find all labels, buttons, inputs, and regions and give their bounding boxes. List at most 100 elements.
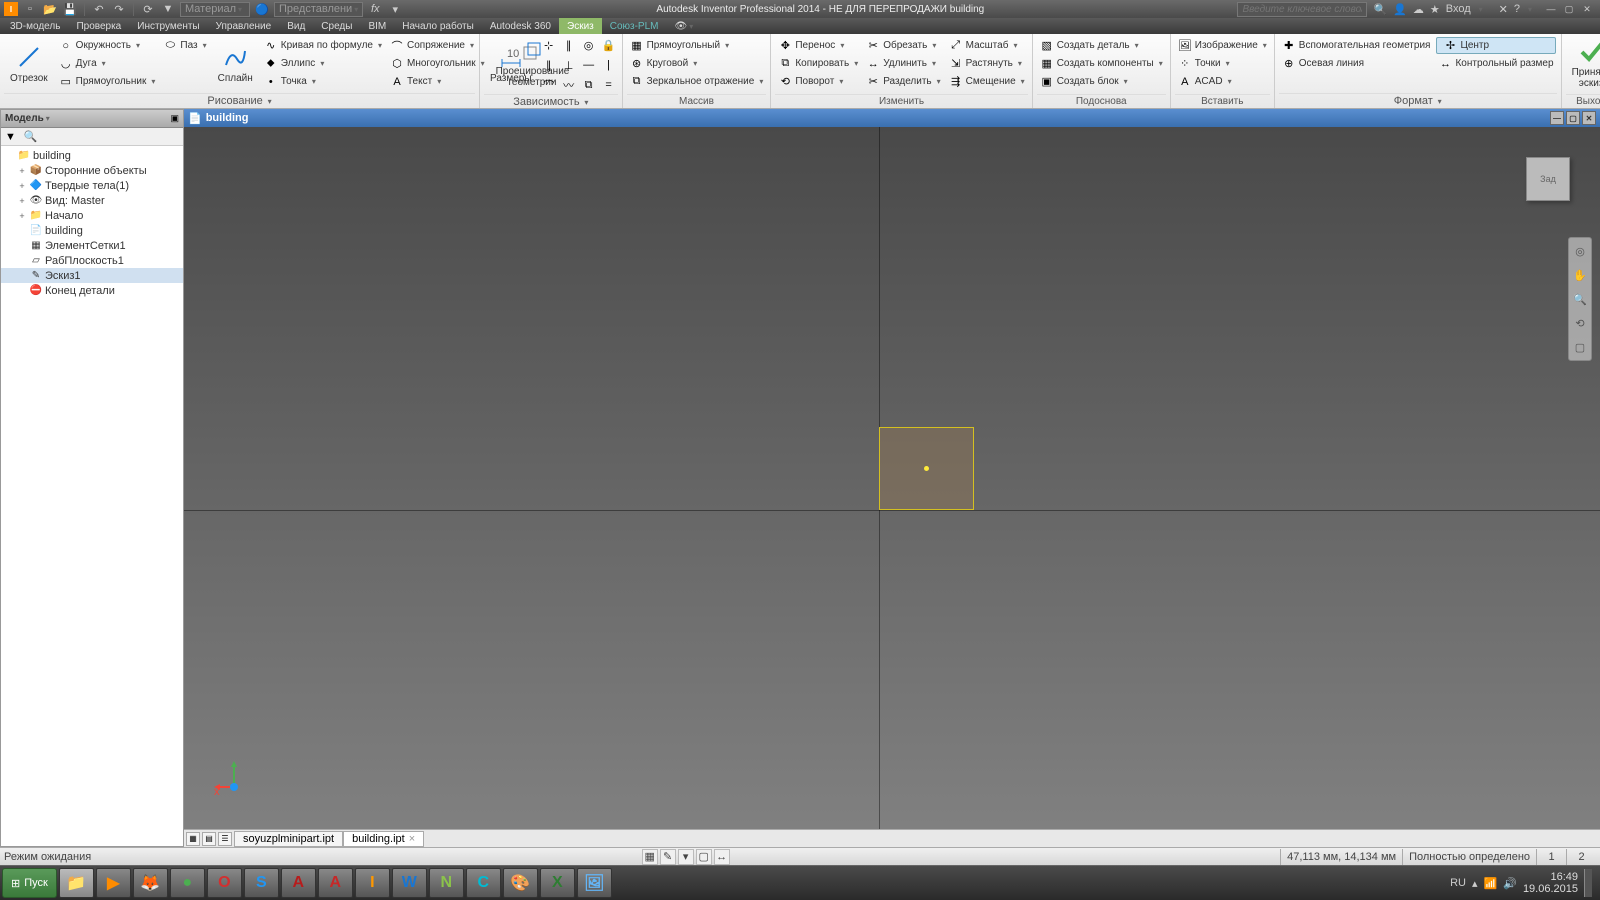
tab-list-icon[interactable]: ☰ [218, 832, 232, 846]
menu-эскиз[interactable]: Эскиз [559, 18, 602, 34]
menu-среды[interactable]: Среды [313, 18, 360, 34]
tool-обрезать[interactable]: ✂Обрезать▾ [864, 37, 942, 54]
spline-tool[interactable]: Сплайн [212, 36, 259, 90]
tab-close-icon[interactable]: × [409, 833, 415, 845]
menu-управление[interactable]: Управление [208, 18, 280, 34]
model-tree[interactable]: 📁building+📦Сторонние объекты+🔷Твердые те… [1, 146, 183, 846]
tray-sound-icon[interactable]: 🔊 [1503, 877, 1517, 890]
tool-кривая-по-формуле[interactable]: ∿Кривая по формуле▾ [262, 37, 384, 54]
qat-save-icon[interactable]: 💾 [62, 1, 78, 17]
panel-menu-icon[interactable]: ▣ [170, 113, 179, 124]
tool-паз[interactable]: ⬭Паз▾ [161, 37, 208, 54]
qat-open-icon[interactable]: 📂 [42, 1, 58, 17]
tool-сопряжение[interactable]: ⌒Сопряжение▾ [388, 37, 487, 54]
taskbar-app[interactable]: O [207, 868, 242, 898]
sb-snap4-icon[interactable]: ▢ [696, 849, 712, 865]
tool-прямоугольник[interactable]: ▭Прямоугольник▾ [57, 73, 158, 90]
orbit-icon[interactable]: ⟲ [1571, 314, 1589, 332]
construction-button[interactable]: ✚Вспомогательная геометрия [1280, 37, 1433, 54]
taskbar-app[interactable]: 🎨 [503, 868, 538, 898]
tab-view-icon[interactable]: ▦ [186, 832, 200, 846]
line-tool[interactable]: Отрезок [4, 36, 54, 90]
viewport-canvas[interactable]: Зад ◎ ✋ 🔍 ⟲ ▢ x [184, 127, 1600, 829]
tool-удлинить[interactable]: ↔Удлинить▾ [864, 55, 942, 72]
star-icon[interactable]: ★ [1430, 3, 1440, 16]
pan-icon[interactable]: ✋ [1571, 266, 1589, 284]
tool-текст[interactable]: AТекст▾ [388, 73, 487, 90]
taskbar-app[interactable]: A [281, 868, 316, 898]
sb-snap3-icon[interactable]: ▾ [678, 849, 694, 865]
qat-undo-icon[interactable]: ↶ [91, 1, 107, 17]
find-icon[interactable]: 🔍 [24, 130, 38, 143]
menu-начало работы[interactable]: Начало работы [394, 18, 482, 34]
show-desktop-button[interactable] [1584, 869, 1592, 897]
doc-tab[interactable]: building.ipt× [343, 831, 424, 847]
constraint-tangent-icon[interactable]: ⌒ [540, 76, 558, 94]
qat-select-icon[interactable]: ▼ [160, 1, 176, 17]
center-point[interactable] [924, 466, 929, 471]
help-icon[interactable]: ? [1514, 3, 1520, 15]
constraint-fix-icon[interactable]: 🔒 [600, 36, 618, 54]
tree-node[interactable]: +📦Сторонние объекты [1, 163, 183, 178]
taskbar-app[interactable]: N [429, 868, 464, 898]
taskbar-app[interactable]: X [540, 868, 575, 898]
tab-view2-icon[interactable]: ▤ [202, 832, 216, 846]
qat-new-icon[interactable]: ▫ [22, 1, 38, 17]
taskbar-app[interactable]: I [355, 868, 390, 898]
filter-icon[interactable]: ▼ [5, 131, 16, 143]
constraint-equal-icon[interactable]: = [600, 76, 618, 94]
qat-more-icon[interactable]: ▾ [387, 1, 403, 17]
taskbar-app[interactable]: C [466, 868, 501, 898]
tree-node[interactable]: ▱РабПлоскость1 [1, 253, 183, 268]
sb-snap1-icon[interactable]: ▦ [642, 849, 658, 865]
tree-node[interactable]: 📄building [1, 223, 183, 238]
taskbar-app[interactable]: 📁 [59, 868, 94, 898]
search-icon[interactable]: 🔍 [1373, 3, 1387, 16]
centerline-button[interactable]: ⊕Осевая линия [1280, 55, 1433, 72]
sb-snap2-icon[interactable]: ✎ [660, 849, 676, 865]
driven-dim-button[interactable]: ↔Контрольный размер [1436, 55, 1555, 72]
viewcube[interactable]: Зад [1526, 157, 1570, 201]
exchange-icon[interactable]: ✕ [1499, 3, 1508, 16]
sb-snap5-icon[interactable]: ↔ [714, 849, 730, 865]
tool-поворот[interactable]: ⟲Поворот▾ [776, 73, 860, 90]
tool-создать-компоненты[interactable]: ▦Создать компоненты▾ [1038, 55, 1165, 72]
tree-node[interactable]: 📁building [1, 148, 183, 163]
constraint-perpendicular-icon[interactable]: ⊥ [560, 56, 578, 74]
tree-node[interactable]: +👁Вид: Master [1, 193, 183, 208]
tree-node[interactable]: ▦ЭлементСетки1 [1, 238, 183, 253]
qat-update-icon[interactable]: ⟳ [140, 1, 156, 17]
menu-инструменты[interactable]: Инструменты [129, 18, 207, 34]
doc-tab[interactable]: soyuzplminipart.ipt [234, 831, 343, 847]
menu-bim[interactable]: BIM [360, 18, 394, 34]
constraint-collinear-icon[interactable]: ∥ [560, 36, 578, 54]
lookat-icon[interactable]: ▢ [1571, 338, 1589, 356]
dimension-tool[interactable]: 10 Размеры [484, 36, 538, 90]
qat-redo-icon[interactable]: ↷ [111, 1, 127, 17]
constraint-horizontal-icon[interactable]: — [580, 56, 598, 74]
taskbar-app[interactable]: S [244, 868, 279, 898]
menu-проверка[interactable]: Проверка [68, 18, 129, 34]
tree-node[interactable]: ✎Эскиз1 [1, 268, 183, 283]
close-button[interactable]: ✕ [1578, 2, 1596, 16]
menu-союз-plm[interactable]: Союз-PLM [602, 18, 667, 34]
appearance-dropdown[interactable]: Представлени▾ [274, 2, 363, 17]
tree-node[interactable]: +🔷Твердые тела(1) [1, 178, 183, 193]
tool-смещение[interactable]: ⇶Смещение▾ [947, 73, 1027, 90]
qat-fx-icon[interactable]: fx [367, 1, 383, 17]
menu-вид[interactable]: Вид [279, 18, 313, 34]
tree-node[interactable]: +📁Начало [1, 208, 183, 223]
tool-создать-блок[interactable]: ▣Создать блок▾ [1038, 73, 1165, 90]
tool-масштаб[interactable]: ⤢Масштаб▾ [947, 37, 1027, 54]
minimize-button[interactable]: — [1542, 2, 1560, 16]
tool-эллипс[interactable]: ⬥Эллипс▾ [262, 55, 384, 72]
tool-растянуть[interactable]: ⇲Растянуть▾ [947, 55, 1027, 72]
tool-изображение[interactable]: 🖼Изображение▾ [1176, 37, 1269, 54]
finish-sketch-button[interactable]: Принять эскиз [1566, 36, 1600, 90]
user-icon[interactable]: 👤 [1393, 3, 1407, 16]
material-dropdown[interactable]: Материал▾ [180, 2, 250, 17]
doc-close-button[interactable]: ✕ [1582, 111, 1596, 125]
maximize-button[interactable]: ▢ [1560, 2, 1578, 16]
tool-дуга[interactable]: ◡Дуга▾ [57, 55, 158, 72]
steering-wheel-icon[interactable]: ◎ [1571, 242, 1589, 260]
